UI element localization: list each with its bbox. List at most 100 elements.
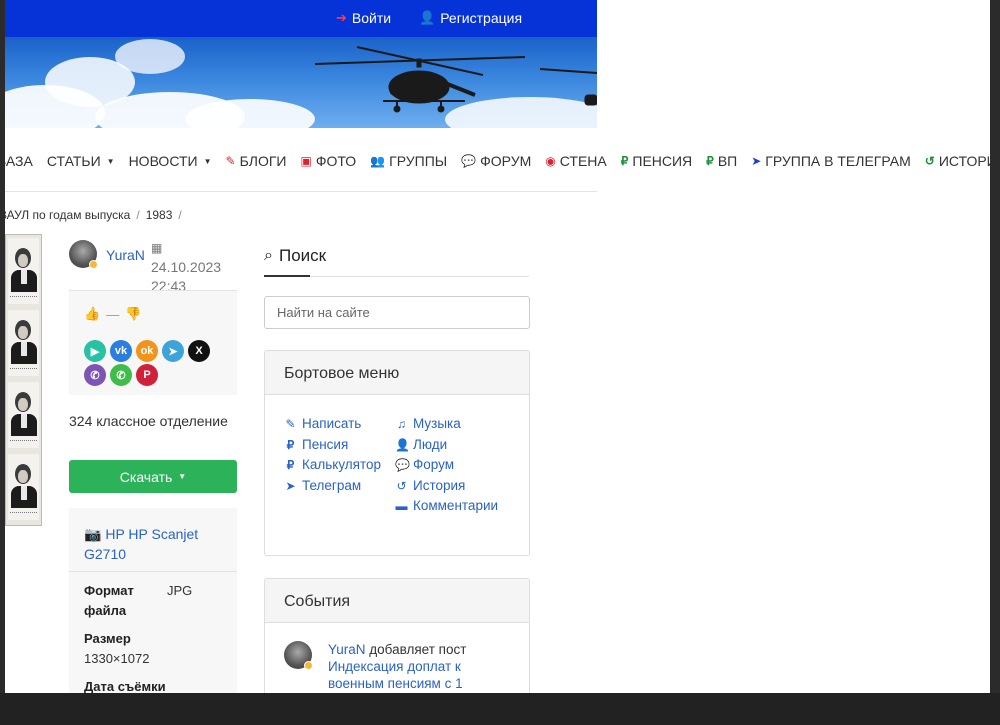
status-dot	[304, 661, 313, 670]
event-post-link[interactable]: Индексация доплат к	[328, 659, 461, 674]
x-twitter-icon[interactable]: X	[188, 340, 210, 362]
event-item: YuraN добавляет пост Индексация доплат к…	[328, 641, 518, 692]
breadcrumb-separator: /	[136, 208, 140, 222]
ruble-icon: ₽	[286, 457, 295, 472]
music-icon: ♫	[397, 416, 406, 431]
history-icon: ↺	[396, 478, 407, 493]
thumbs-down-icon[interactable]: 👎	[125, 306, 141, 322]
nav-item-forum[interactable]: 💬 ФОРУМ	[461, 153, 531, 169]
camera-icon: 📷	[84, 526, 102, 542]
login-link[interactable]: ➔ Войти	[336, 10, 391, 26]
menu-label: Калькулятор	[302, 457, 382, 472]
comment-icon: ▬	[395, 498, 408, 513]
menu-item-history[interactable]: ↺ История	[395, 478, 465, 493]
nav-item-telegram-group[interactable]: ➤ ГРУППА В ТЕЛЕГРАМ	[751, 153, 911, 169]
search-icon: ⌕	[264, 247, 273, 264]
nav-item-history[interactable]: ↺ ИСТОРИЯ	[925, 153, 990, 169]
whatsapp-icon[interactable]: ✆	[110, 364, 132, 386]
menu-item-telegram[interactable]: ➤ Телеграм	[284, 478, 361, 493]
users-icon: 👥	[370, 154, 386, 168]
nav-item-vp[interactable]: ₽ ВП	[706, 153, 737, 169]
search-title: ⌕ Поиск	[264, 246, 326, 266]
menu-label: Пенсия	[302, 437, 349, 452]
register-link[interactable]: 👤 Регистрация	[419, 10, 522, 26]
viber-icon[interactable]: ✆	[84, 364, 106, 386]
caret-down-icon: ▼	[178, 472, 187, 481]
telegram-icon: ➤	[285, 478, 296, 493]
event-post-link[interactable]: военным пенсиям с 1	[328, 676, 463, 691]
download-button[interactable]: Скачать ▼	[69, 460, 237, 493]
events-card: События YuraN добавляет пост Индексация …	[264, 578, 530, 693]
menu-item-comments[interactable]: ▬ Комментарии	[395, 498, 499, 513]
site-banner	[5, 37, 597, 128]
nav-label: БАЗА	[5, 153, 33, 169]
nav-item-photo[interactable]: ▣ ФОТО	[301, 153, 357, 169]
nav-item-base[interactable]: БАЗА	[5, 153, 33, 169]
nav-label: ГРУППЫ	[389, 153, 448, 169]
breadcrumb-item[interactable]: 1983	[146, 208, 173, 222]
register-label: Регистрация	[440, 10, 523, 26]
size-label: Размер	[84, 631, 131, 646]
nav-item-news[interactable]: НОВОСТИ ▼	[129, 153, 212, 169]
nav-item-blogs[interactable]: ✎ БЛОГИ	[226, 153, 287, 169]
pinterest-icon[interactable]: P	[136, 364, 158, 386]
menu-label: Комментарии	[413, 498, 499, 513]
user-plus-icon: 👤	[419, 10, 436, 25]
post-date-value: 24.10.2023	[151, 259, 222, 275]
nav-label: СТЕНА	[559, 153, 607, 169]
nav-item-wall[interactable]: ◉ СТЕНА	[545, 153, 606, 169]
menu-label: Написать	[302, 416, 362, 431]
nav-label: ПЕНСИЯ	[632, 153, 693, 169]
event-action: добавляет пост	[369, 642, 467, 657]
caret-down-icon: ▼	[106, 156, 115, 166]
window-edge	[990, 0, 1000, 693]
menu-item-pension[interactable]: ₽ Пенсия	[284, 437, 349, 452]
avatar[interactable]	[69, 240, 98, 269]
menu-label: Люди	[413, 437, 448, 452]
download-label: Скачать	[119, 468, 173, 485]
status-dot	[89, 260, 98, 269]
divider	[69, 571, 237, 572]
card-title: События	[265, 579, 529, 623]
menu-item-calculator[interactable]: ₽ Калькулятор	[284, 457, 381, 472]
menu-label: Форум	[413, 457, 455, 472]
nav-item-pension[interactable]: ₽ ПЕНСИЯ	[621, 153, 692, 169]
menu-item-write[interactable]: ✎ Написать	[284, 416, 361, 431]
eye-icon: ◉	[545, 154, 556, 168]
thumbs-up-icon[interactable]: 👍	[84, 306, 100, 322]
event-author-link[interactable]: YuraN	[328, 642, 366, 657]
board-menu-card: Бортовое меню ✎ Написать ₽ Пенсия ₽ Калькул…	[264, 350, 530, 556]
telegram-icon: ➤	[751, 154, 762, 168]
nav-label: ФОРУМ	[480, 153, 532, 169]
format-label: Формат файла	[84, 583, 134, 618]
browser-viewport: ➔ Войти 👤 Регистрация АЗА СТАТЬИ ▼ НОВОС…	[5, 0, 990, 693]
pencil-icon: ✎	[225, 154, 236, 168]
ruble-icon: ₽	[706, 154, 714, 168]
album-title: 324 классное отделение	[69, 413, 228, 429]
menu-label: История	[413, 478, 466, 493]
menu-item-forum[interactable]: 💬 Форум	[395, 457, 454, 472]
menu-label: Музыка	[413, 416, 461, 431]
photo-image[interactable]	[5, 234, 42, 526]
search-input[interactable]	[264, 296, 530, 329]
odnoklassniki-icon[interactable]: ok	[136, 340, 158, 362]
nav-item-articles[interactable]: СТАТЬИ ▼	[47, 153, 115, 169]
menu-item-music[interactable]: ♫ Музыка	[395, 416, 461, 431]
shoot-date-label: Дата съёмки	[84, 679, 166, 693]
size-value: 1330×1072	[84, 651, 150, 666]
nav-divider	[5, 191, 597, 192]
camera-model: HP HP Scanjet G2710	[84, 526, 199, 562]
nav-label: ГРУППА В ТЕЛЕГРАМ	[765, 153, 911, 169]
author-name-link[interactable]: YuraN	[106, 247, 145, 263]
menu-item-people[interactable]: 👤 Люди	[395, 437, 447, 452]
nav-label: СТАТЬИ	[46, 153, 101, 169]
breadcrumb-item[interactable]: ВАУЛ по годам выпуска	[5, 208, 130, 222]
user-icon: 👤	[395, 437, 410, 452]
camera-link[interactable]: 📷 HP HP Scanjet G2710	[84, 524, 224, 564]
vk-icon[interactable]: vk	[110, 340, 132, 362]
telegram-share-icon[interactable]: ➤	[162, 340, 184, 362]
share-button-icon[interactable]: ▶	[84, 340, 106, 362]
taskbar-area	[0, 693, 1000, 725]
nav-item-groups[interactable]: 👥 ГРУППЫ	[370, 153, 447, 169]
share-box: 👍 — 👎 ▶ vk ok ➤ X ✆ ✆ P	[69, 290, 237, 395]
